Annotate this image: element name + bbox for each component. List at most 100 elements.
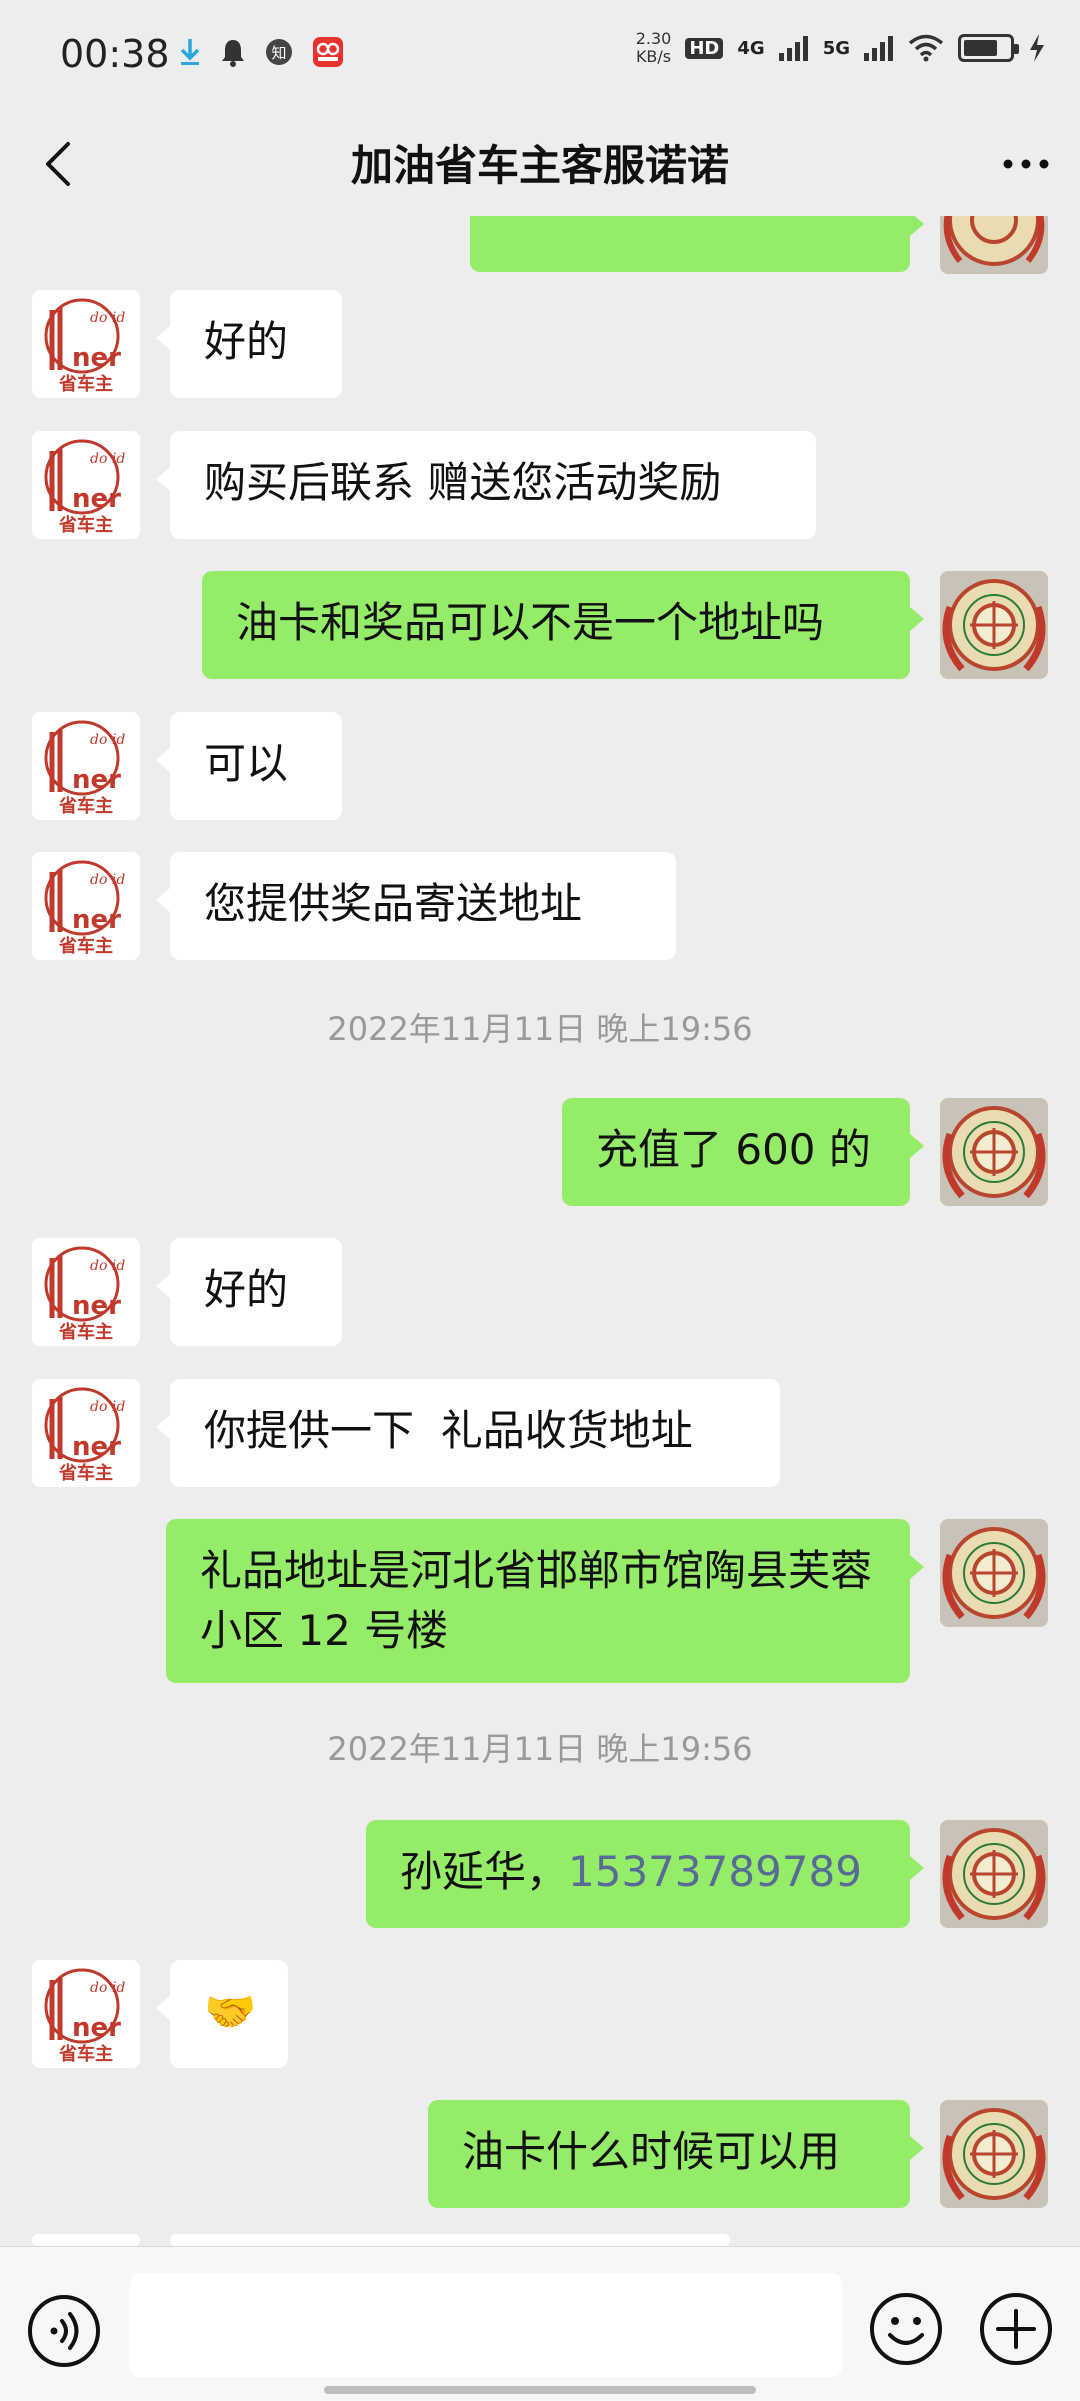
agent-avatar[interactable]: do id ner 省车主: [32, 431, 140, 539]
self-avatar[interactable]: [940, 571, 1048, 679]
message-text: 你提供一下 礼品收货地址: [204, 1406, 693, 1455]
message-timestamp: 2022年11月11日 晚上19:56: [327, 1730, 753, 1768]
agent-avatar[interactable]: do id ner 省车主: [32, 1379, 140, 1487]
self-avatar[interactable]: [940, 2100, 1048, 2208]
svg-text:省车主: 省车主: [58, 2043, 113, 2065]
message-bubble-partial-bottom: [170, 2234, 730, 2246]
self-avatar[interactable]: [940, 1820, 1048, 1928]
notification-icons: 知: [178, 36, 344, 68]
agent-avatar-image: do id ner省车主: [32, 431, 140, 539]
message-text: 好的: [204, 1265, 289, 1314]
charging-icon: [1030, 34, 1044, 62]
message-bubble[interactable]: 好的: [156, 1238, 342, 1346]
svg-text:do id: do id: [90, 872, 125, 888]
svg-text:ner: ner: [72, 765, 121, 795]
message-input[interactable]: [130, 2273, 842, 2377]
self-avatar-image: [940, 1820, 1048, 1928]
svg-text:ner: ner: [72, 484, 121, 514]
svg-text:ner: ner: [72, 1291, 121, 1321]
self-avatar[interactable]: [940, 1519, 1048, 1627]
zhihu-icon: 知: [266, 39, 292, 65]
message-text: 油卡什么时候可以用: [462, 2127, 841, 2176]
more-options-icon[interactable]: [996, 134, 1056, 194]
agent-avatar-image: do id ner省车主: [32, 290, 140, 398]
svg-text:省车主: 省车主: [58, 935, 113, 957]
agent-avatar[interactable]: do id ner 省车主: [32, 852, 140, 960]
self-avatar-image: [940, 1098, 1048, 1206]
agent-avatar-image: do id ner省车主: [32, 1960, 140, 2068]
message-bubble[interactable]: 可以: [156, 712, 342, 820]
hd-badge: HD: [685, 37, 724, 59]
message-list[interactable]: do id ner 省车主 好的 do id ner 省车主 购买后联系 赠送您活动奖励 油卡和…: [0, 216, 1080, 2246]
add-more-icon[interactable]: [978, 2291, 1054, 2367]
message-timestamp: 2022年11月11日 晚上19:56: [327, 1010, 753, 1048]
bell-icon: [222, 40, 244, 67]
svg-text:ner: ner: [72, 2013, 121, 2043]
self-avatar-image: [940, 2100, 1048, 2208]
svg-text:do id: do id: [90, 1980, 125, 1996]
svg-text:do id: do id: [90, 1399, 125, 1415]
voice-input-icon[interactable]: [26, 2293, 102, 2369]
download-icon: [180, 39, 200, 65]
message-text: 🤝: [204, 1987, 257, 2036]
message-text: 好的: [204, 317, 289, 366]
self-avatar-partial[interactable]: [940, 216, 1048, 274]
agent-avatar[interactable]: do id ner 省车主: [32, 1238, 140, 1346]
agent-avatar-image: do id ner省车主: [32, 1379, 140, 1487]
phone-number-link[interactable]: 15373789789: [568, 1847, 862, 1896]
chat-title: 加油省车主客服诺诺: [350, 141, 729, 190]
message-bubble[interactable]: 🤝: [156, 1960, 288, 2068]
agent-avatar-image: do id ner省车主: [32, 1238, 140, 1346]
message-bubble[interactable]: 充值了 600 的: [562, 1098, 924, 1206]
message-bubble[interactable]: 孙延华，15373789789: [366, 1820, 924, 1928]
svg-text:省车主: 省车主: [58, 514, 113, 536]
wifi-icon: [908, 34, 944, 62]
svg-text:省车主: 省车主: [58, 795, 113, 817]
signal-icon-2: [864, 36, 893, 61]
self-avatar-image: [940, 571, 1048, 679]
svg-text:do id: do id: [90, 732, 125, 748]
svg-text:do id: do id: [90, 310, 125, 326]
svg-text:知: 知: [271, 44, 286, 62]
app-red-icon: [313, 37, 343, 67]
message-bubble-partial[interactable]: [470, 216, 924, 272]
agent-avatar[interactable]: do id ner 省车主: [32, 712, 140, 820]
self-avatar-image: [940, 216, 1048, 274]
agent-avatar-image: do id ner省车主: [32, 852, 140, 960]
message-bubble[interactable]: 油卡什么时候可以用: [428, 2100, 924, 2208]
message-text: 购买后联系 赠送您活动奖励: [204, 458, 722, 507]
input-bar: [0, 2246, 1080, 2401]
system-icons: 2.30 KB/s HD 4G 5G: [636, 30, 1046, 66]
message-text: 礼品地址是河北省邯郸市馆陶县芙蓉小区 12 号楼: [200, 1546, 873, 1655]
message-bubble[interactable]: 您提供奖品寄送地址: [156, 852, 676, 960]
home-indicator[interactable]: [324, 2386, 756, 2394]
message-text: 孙延华，: [400, 1847, 569, 1896]
message-bubble[interactable]: 油卡和奖品可以不是一个地址吗: [202, 571, 924, 679]
svg-text:ner: ner: [72, 905, 121, 935]
svg-text:省车主: 省车主: [58, 373, 113, 395]
message-bubble[interactable]: 好的: [156, 290, 342, 398]
message-bubble[interactable]: 你提供一下 礼品收货地址: [156, 1379, 780, 1487]
agent-avatar-image: do id ner省车主: [32, 712, 140, 820]
agent-avatar[interactable]: do id ner 省车主: [32, 290, 140, 398]
svg-text:do id: do id: [90, 451, 125, 467]
emoji-icon[interactable]: [868, 2291, 944, 2367]
battery-icon: [958, 34, 1019, 62]
sim1-label: 4G: [737, 37, 765, 59]
signal-icon-1: [778, 36, 808, 61]
message-bubble[interactable]: 礼品地址是河北省邯郸市馆陶县芙蓉小区 12 号楼: [166, 1519, 924, 1683]
svg-text:ner: ner: [72, 1432, 121, 1462]
svg-text:省车主: 省车主: [58, 1462, 113, 1484]
network-speed: 2.30 KB/s: [635, 29, 672, 66]
message-bubble[interactable]: 购买后联系 赠送您活动奖励: [156, 431, 816, 539]
status-time: 00:38: [60, 32, 170, 76]
agent-avatar[interactable]: do id ner 省车主: [32, 1960, 140, 2068]
chat-header: 加油省车主客服诺诺: [0, 112, 1080, 216]
agent-avatar-partial: [32, 2234, 140, 2246]
self-avatar[interactable]: [940, 1098, 1048, 1206]
svg-text:ner: ner: [72, 343, 121, 373]
sim2-label: 5G: [822, 37, 850, 59]
message-text: 油卡和奖品可以不是一个地址吗: [236, 598, 825, 647]
message-text: 您提供奖品寄送地址: [204, 879, 583, 928]
self-avatar-image: [940, 1519, 1048, 1627]
